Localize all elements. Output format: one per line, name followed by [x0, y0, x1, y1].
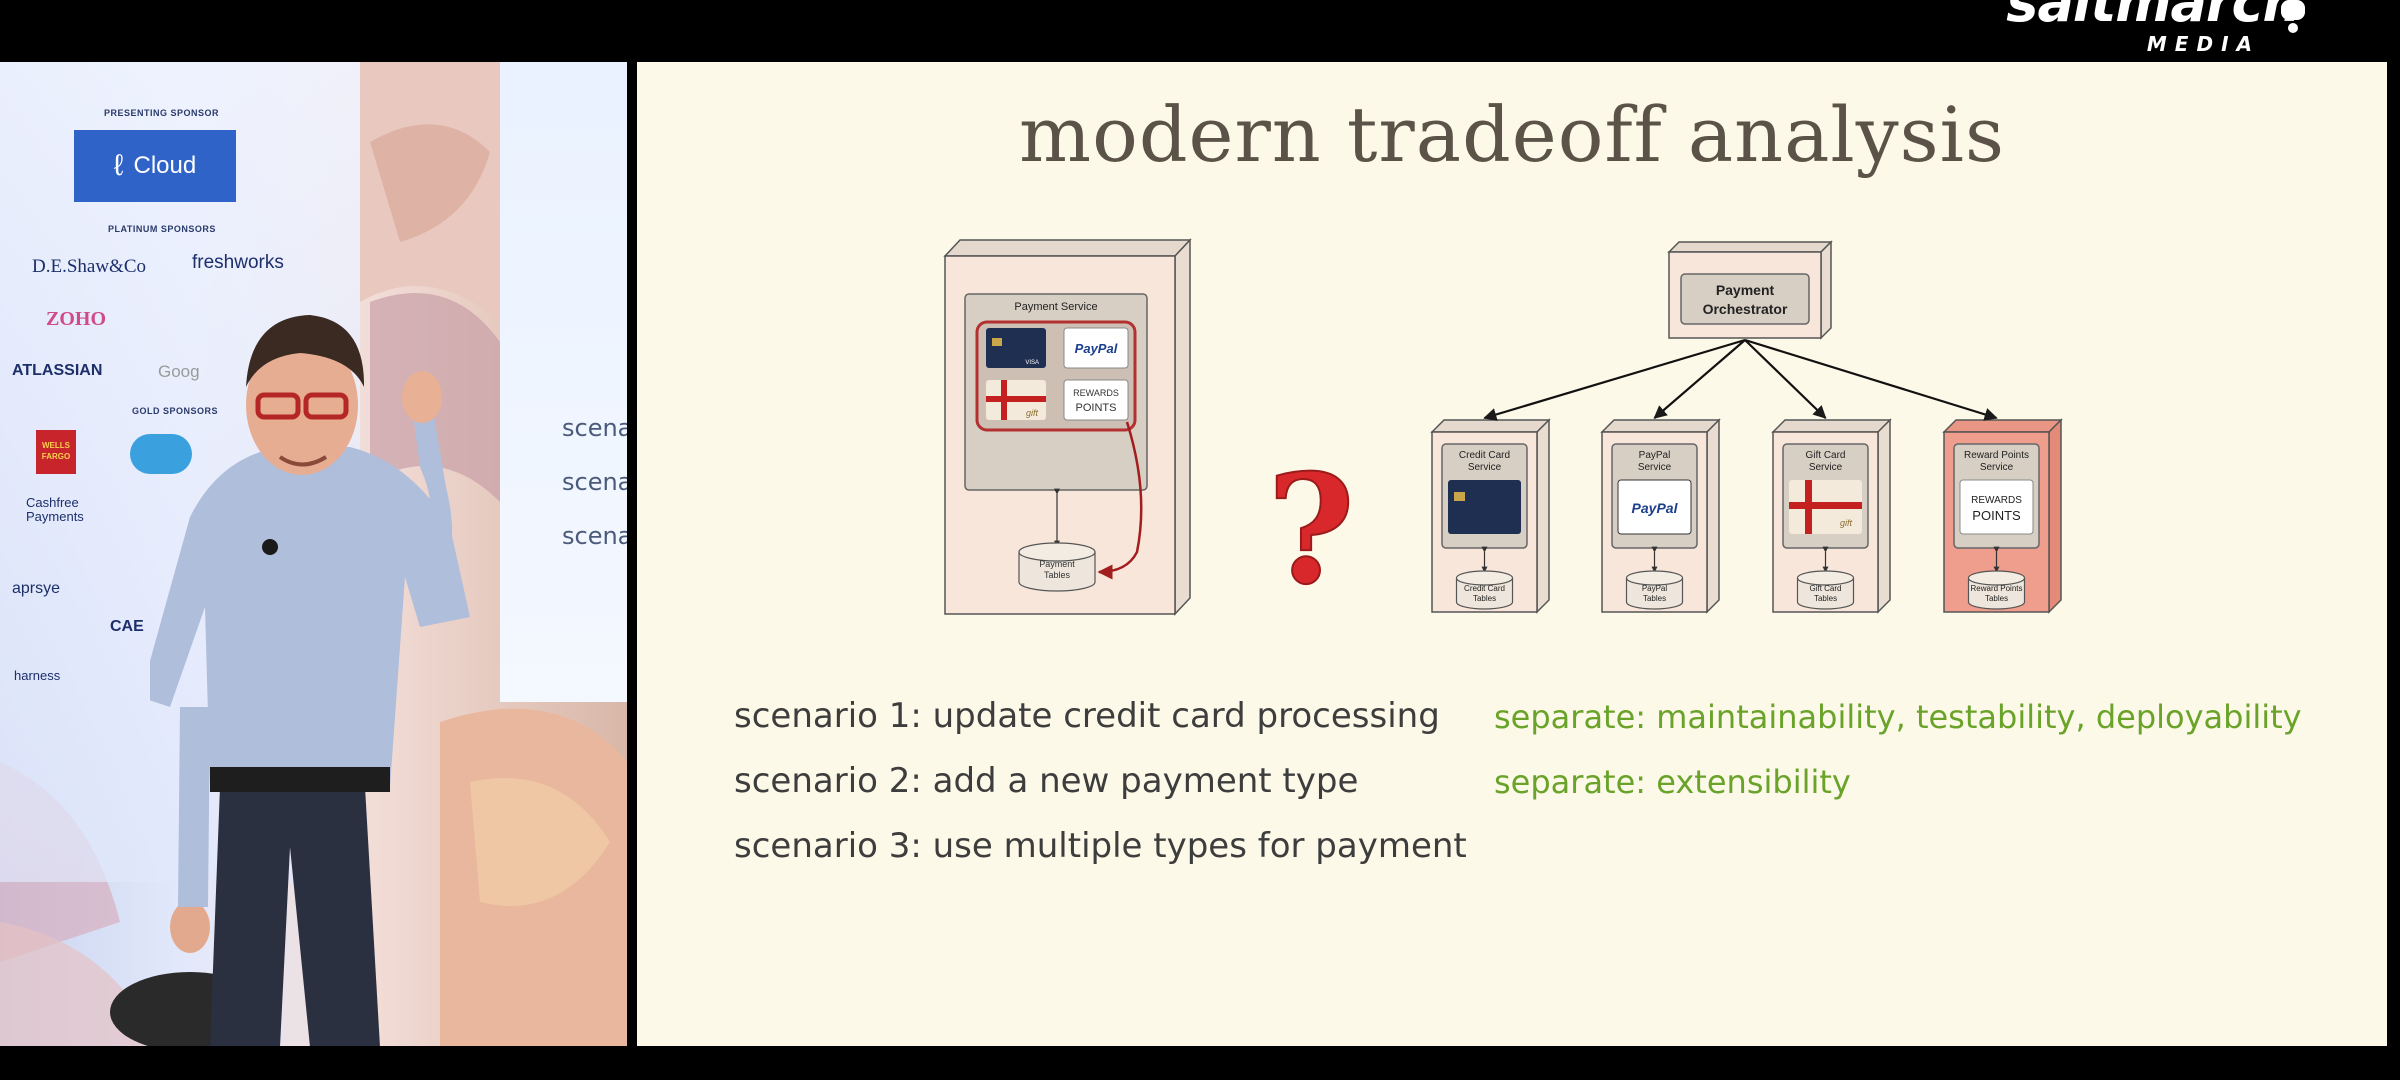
sponsor-logo: CAE	[110, 618, 144, 635]
scenario-2: scenario 2: add a new payment type	[734, 761, 1359, 801]
microservice-card: Credit CardServiceCredit CardTables	[1430, 418, 1551, 614]
paypal-icon: PayPal	[1617, 479, 1692, 535]
credit-card-icon	[1448, 480, 1521, 534]
svg-text:Tables: Tables	[1044, 570, 1071, 580]
speaker	[150, 315, 470, 1046]
architecture-diagram: Payment Service VISA PayPal gift REWARDS	[943, 238, 2063, 619]
svg-text:PayPal: PayPal	[1075, 341, 1118, 356]
svg-text:gift: gift	[1026, 408, 1039, 418]
rewards-points-icon: REWARDS POINTS	[1063, 379, 1129, 421]
microservice-name: Credit Card	[1459, 450, 1510, 461]
svg-text:REWARDS: REWARDS	[1971, 495, 2022, 506]
microservice-gift: Gift CardServicegiftGift CardTables	[1771, 418, 1892, 614]
rewards-points-icon: REWARDS POINTS	[1959, 479, 2034, 535]
monolith-service-label: Payment Service	[1014, 301, 1097, 313]
platinum-sponsors-label: PLATINUM SPONSORS	[108, 224, 216, 234]
benefit-scenario-2: separate: extensibility	[1494, 763, 1851, 801]
orchestrator-arrow	[1744, 338, 1998, 421]
venue-screen-text: scenar	[562, 468, 627, 496]
svg-text:Orchestrator: Orchestrator	[1703, 301, 1788, 317]
orchestrator-arrow	[1653, 339, 1746, 419]
svg-text:PayPal: PayPal	[1642, 584, 1668, 593]
svg-text:REWARDS: REWARDS	[1073, 388, 1119, 398]
service-tables-db: Gift CardTables	[1796, 570, 1855, 610]
sponsor-logo: aprsye	[12, 580, 61, 597]
presenting-sponsor-logo: ℓ Cloud	[74, 130, 236, 202]
microservice-paypal: PayPalServicePayPalPayPalTables	[1600, 418, 1721, 614]
svg-text:Reward Points: Reward Points	[1970, 584, 2022, 593]
sponsor-logo: Cashfree Payments	[26, 495, 84, 524]
microservice-name: Service	[1638, 462, 1672, 473]
service-tables-db: PayPalTables	[1625, 570, 1684, 610]
presenting-sponsor-label: PRESENTING SPONSOR	[104, 108, 220, 118]
venue-screen: scenar scenar scenar	[500, 62, 627, 702]
venue-screen-text: scenar	[562, 522, 627, 550]
sponsor-logo-wellsfargo: WELLS FARGO	[36, 430, 76, 474]
airtel-icon: ℓ	[113, 149, 124, 182]
broadcast-logo-word: saltmarch	[2006, 0, 2301, 34]
svg-text:Gift Card: Gift Card	[1809, 584, 1841, 593]
broadcast-logo-sub: MEDIA	[2146, 32, 2260, 56]
presentation-slide: modern tradeoff analysis Payment Service	[637, 62, 2387, 1046]
microservice-name: Service	[1980, 462, 2014, 473]
scenario-1: scenario 1: update credit card processin…	[734, 696, 1440, 736]
gift-card-icon: gift	[986, 380, 1046, 420]
svg-text:Tables: Tables	[1473, 594, 1496, 603]
presenting-sponsor-name: Cloud	[133, 152, 197, 179]
monolith-payment-service: Payment Service VISA PayPal gift REWARDS	[943, 238, 1192, 616]
svg-text:VISA: VISA	[1025, 360, 1039, 366]
svg-text:POINTS: POINTS	[1076, 402, 1117, 414]
svg-text:gift: gift	[1840, 518, 1853, 528]
sponsor-logo: ZOHO	[46, 308, 107, 330]
service-tables-db: Credit CardTables	[1455, 570, 1514, 610]
microservice-rewards: Reward PointsServiceREWARDSPOINTSReward …	[1942, 418, 2063, 614]
microservice-name: Service	[1809, 462, 1843, 473]
payment-tables-db: Payment Tables	[1018, 542, 1096, 592]
microservice-name: PayPal	[1639, 450, 1671, 461]
service-tables-db: Reward PointsTables	[1967, 570, 2026, 610]
svg-text:PayPal: PayPal	[1632, 500, 1679, 516]
svg-text:Payment: Payment	[1039, 559, 1075, 569]
svg-text:Tables: Tables	[1985, 594, 2008, 603]
sponsor-logo: ATLASSIAN	[12, 362, 103, 379]
paypal-icon: PayPal	[1063, 327, 1129, 369]
broadcast-logo-mark-icon	[2281, 0, 2305, 33]
gift-card-icon: gift	[1789, 480, 1862, 534]
benefit-scenario-1: separate: maintainability, testability, …	[1494, 698, 2302, 736]
svg-text:Payment: Payment	[1716, 282, 1775, 298]
camera-feed: PRESENTING SPONSOR ℓ Cloud PLATINUM SPON…	[0, 62, 627, 1046]
question-mark-icon: ?	[1267, 442, 1355, 618]
svg-text:Tables: Tables	[1814, 594, 1837, 603]
payment-orchestrator: Payment Orchestrator	[1667, 240, 1833, 340]
sponsor-logo: freshworks	[192, 252, 284, 273]
microservice-name: Reward Points	[1964, 450, 2029, 461]
svg-text:Tables: Tables	[1643, 594, 1666, 603]
sponsor-logo: D.E.Shaw&Co	[32, 256, 146, 277]
svg-text:Credit Card: Credit Card	[1464, 584, 1505, 593]
microservice-name: Gift Card	[1805, 450, 1845, 461]
svg-text:POINTS: POINTS	[1972, 508, 2021, 523]
scenario-3: scenario 3: use multiple types for payme…	[734, 826, 1467, 866]
broadcast-logo: saltmarch MEDIA	[2006, 0, 2301, 56]
credit-card-icon: VISA	[986, 328, 1046, 368]
microservice-name: Service	[1468, 462, 1502, 473]
microservices: Credit CardServiceCredit CardTablesPayPa…	[1430, 338, 2063, 614]
venue-screen-text: scenar	[562, 414, 627, 442]
orchestrator-arrow	[1483, 338, 1746, 421]
sponsor-logo: harness	[14, 668, 61, 683]
